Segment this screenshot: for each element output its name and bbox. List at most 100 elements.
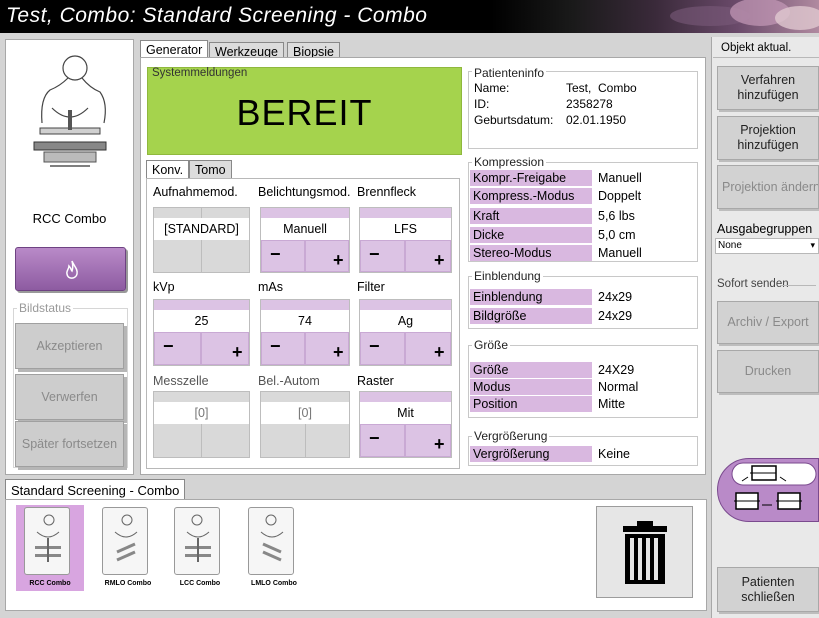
trash-icon <box>623 521 667 584</box>
compression-row: Dicke 5,0 cm <box>470 227 696 243</box>
thumbnail-label: RCC Combo <box>29 580 71 587</box>
grid-minus-button[interactable]: − <box>360 424 405 457</box>
compression-row: Kompr.-Freigabe Manuell <box>470 170 696 186</box>
aec-value: [0] <box>261 402 349 424</box>
mas-minus-button[interactable]: − <box>261 332 305 365</box>
filter-control: Ag − + <box>359 299 452 366</box>
patient-name-label: Name: <box>474 81 510 95</box>
breast-positioning-icon <box>33 55 107 167</box>
print-button[interactable]: Drucken <box>717 350 819 393</box>
compression-title: Kompression <box>472 155 547 169</box>
acq-mode-label: Aufnahmemod. <box>153 185 238 199</box>
acq-mode-control[interactable]: [STANDARD] <box>153 207 250 273</box>
cell-value: [0] <box>154 402 249 424</box>
kvp-value: 25 <box>154 310 249 332</box>
banner-flowers-icon <box>670 0 819 30</box>
image-status-label: Bildstatus <box>17 301 74 315</box>
flame-icon <box>66 260 78 279</box>
system-status: BEREIT <box>236 92 373 133</box>
magnification-title: Vergrößerung <box>472 429 550 443</box>
patient-id-label: ID: <box>474 97 490 111</box>
aec-label: Bel.-Autom <box>258 374 320 388</box>
thumbnail-image <box>24 507 70 575</box>
aec-control[interactable]: [0] <box>260 391 350 458</box>
filter-plus-button[interactable]: + <box>405 332 451 365</box>
cell-control[interactable]: [0] <box>153 391 250 458</box>
window-title: Test, Combo: Standard Screening - Combo <box>6 4 428 27</box>
current-view-name: RCC Combo <box>32 211 107 226</box>
dropdown-arrow-icon: ▾ <box>810 240 815 250</box>
compression-row: Stereo-Modus Manuell <box>470 245 696 261</box>
tab-tomo[interactable]: Tomo <box>189 160 232 178</box>
grid-plus-button[interactable]: + <box>405 424 451 457</box>
send-now-label: Sofort senden <box>717 278 789 290</box>
mas-value: 74 <box>261 310 349 332</box>
add-view-button[interactable]: Projektion hinzufügen <box>717 116 819 160</box>
archive-export-button[interactable]: Archiv / Export <box>717 301 819 344</box>
collimation-title: Einblendung <box>472 269 543 283</box>
continue-later-button[interactable]: Später fortsetzen <box>15 421 124 467</box>
collimation-row: Bildgröße 24x29 <box>470 308 696 324</box>
grid-label: Raster <box>357 374 394 388</box>
exposure-mode-control: Manuell − + <box>260 207 350 273</box>
system-message-label: Systemmeldungen <box>152 67 248 79</box>
grid-value: Mit <box>360 402 451 424</box>
patient-dob-label: Geburtsdatum: <box>474 113 554 127</box>
thumbnail-rcc[interactable]: RCC Combo <box>16 505 84 591</box>
filter-minus-button[interactable]: − <box>360 332 405 365</box>
tab-procedure[interactable]: Standard Screening - Combo <box>5 479 186 500</box>
paddle-shift-control[interactable] <box>717 458 819 522</box>
kvp-control: 25 − + <box>153 299 250 366</box>
mas-label: mAs <box>258 280 283 294</box>
thumbnail-label: LCC Combo <box>179 580 221 587</box>
size-title: Größe <box>472 338 511 352</box>
output-groups-select[interactable]: None ▾ <box>715 238 819 254</box>
tab-conventional[interactable]: Konv. <box>146 160 190 179</box>
patient-info-title: Patienteninfo <box>472 66 547 80</box>
compression-row: Kompress.-Modus Doppelt <box>470 188 696 204</box>
exposure-mode-label: Belichtungsmod. <box>258 185 351 199</box>
thumbnail-rmlo[interactable]: RMLO Combo <box>94 505 162 591</box>
exposure-mode-plus-button[interactable]: + <box>305 240 349 272</box>
exposure-mode-value: Manuell <box>261 218 349 240</box>
thumbnail-image <box>102 507 148 575</box>
close-patient-button[interactable]: Patienten schließen <box>717 567 819 612</box>
patient-name: Test, Combo <box>566 81 637 95</box>
accept-button[interactable]: Akzeptieren <box>15 323 124 369</box>
focal-spot-minus-button[interactable]: − <box>360 240 405 272</box>
collimation-row: Einblendung 24x29 <box>470 289 696 305</box>
thumbnail-lmlo[interactable]: LMLO Combo <box>240 505 308 591</box>
size-row: Position Mitte <box>470 396 696 412</box>
patient-dob: 02.01.1950 <box>566 113 627 127</box>
cell-label: Messzelle <box>153 374 209 388</box>
implant-present-button[interactable] <box>15 247 126 291</box>
size-row: Modus Normal <box>470 379 696 395</box>
add-procedure-button[interactable]: Verfahren hinzufügen <box>717 66 819 110</box>
output-groups-label: Ausgabegruppen <box>717 222 813 236</box>
filter-value: Ag <box>360 310 451 332</box>
grid-control: Mit − + <box>359 391 452 458</box>
focal-spot-value: LFS <box>360 218 451 240</box>
magnification-row: Vergrößerung Keine <box>470 446 696 462</box>
thumbnail-label: LMLO Combo <box>251 580 297 587</box>
patient-id: 2358278 <box>566 97 613 111</box>
thumbnail-image <box>174 507 220 575</box>
trash-button[interactable] <box>596 506 693 598</box>
thumbnail-lcc[interactable]: LCC Combo <box>166 505 234 591</box>
kvp-plus-button[interactable]: + <box>201 332 249 365</box>
mas-control: 74 − + <box>260 299 350 366</box>
exposure-mode-minus-button[interactable]: − <box>261 240 305 272</box>
acq-mode-value: [STANDARD] <box>154 218 249 240</box>
reject-button[interactable]: Verwerfen <box>15 374 124 420</box>
focal-spot-plus-button[interactable]: + <box>405 240 451 272</box>
size-row: Größe 24X29 <box>470 362 696 378</box>
edit-view-button[interactable]: Projektion ändern <box>717 165 819 209</box>
filter-label: Filter <box>357 280 385 294</box>
focal-spot-label: Brennfleck <box>357 185 417 199</box>
system-message-box: Systemmeldungen BEREIT <box>147 67 462 155</box>
kvp-minus-button[interactable]: − <box>154 332 201 365</box>
compression-row: Kraft 5,6 lbs <box>470 208 696 224</box>
title-bar: Test, Combo: Standard Screening - Combo <box>0 0 819 33</box>
thumbnail-image <box>248 507 294 575</box>
mas-plus-button[interactable]: + <box>305 332 349 365</box>
